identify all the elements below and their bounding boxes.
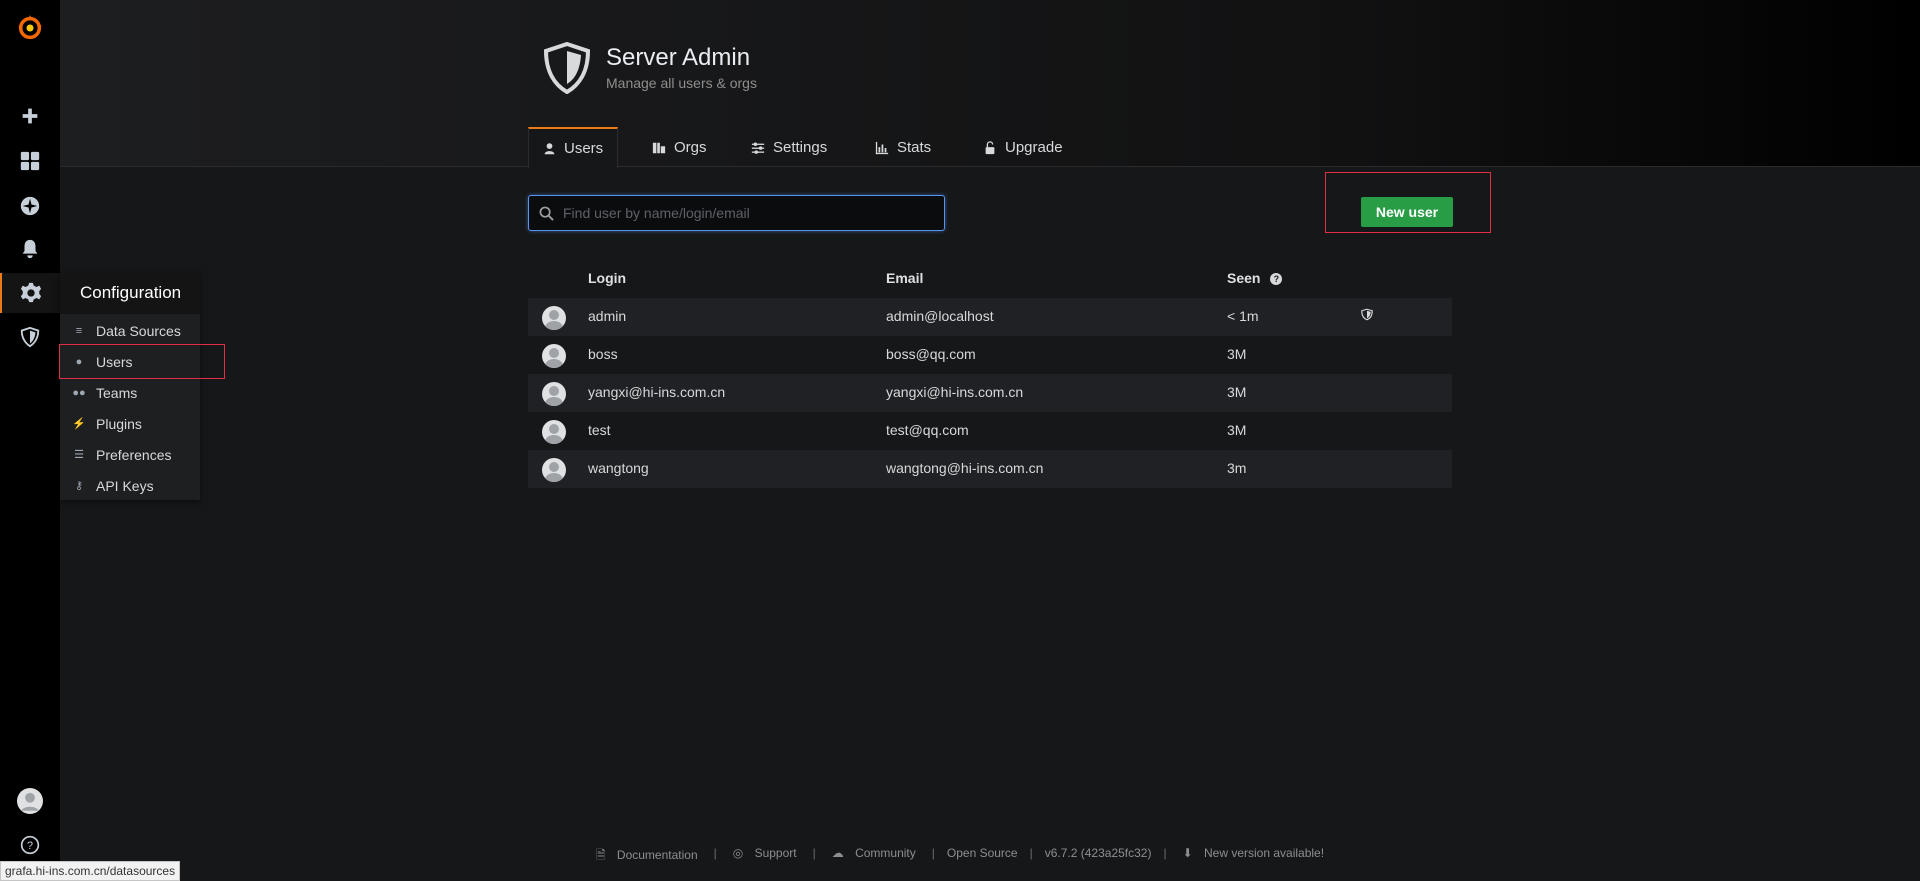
column-header-seen: Seen ? <box>1227 270 1283 286</box>
dashboards-icon[interactable] <box>0 141 60 181</box>
sliders-icon <box>751 141 765 155</box>
user-login[interactable]: yangxi@hi-ins.com.cn <box>588 384 725 400</box>
support-icon: ◎ <box>732 846 747 860</box>
user-avatar-icon[interactable] <box>0 781 60 821</box>
footer-support-link[interactable]: ◎ Support <box>729 846 801 867</box>
tab-stats[interactable]: Stats <box>875 127 931 168</box>
user-avatar <box>542 420 566 444</box>
sidebar: ? <box>0 0 60 881</box>
tab-upgrade[interactable]: Upgrade <box>983 127 1063 168</box>
user-avatar <box>542 458 566 482</box>
footer-new-version-link[interactable]: ⬇ New version available! <box>1179 846 1328 867</box>
tab-orgs[interactable]: Orgs <box>652 127 707 168</box>
unlock-icon <box>983 140 997 155</box>
menu-item-data-sources[interactable]: ≡ Data Sources <box>60 315 200 346</box>
users-icon: ●● <box>72 386 86 399</box>
table-row[interactable]: wangtong wangtong@hi-ins.com.cn 3m <box>528 450 1452 488</box>
table-row[interactable]: test test@qq.com 3M <box>528 412 1452 450</box>
search-icon <box>529 206 563 221</box>
user-seen: < 1m <box>1227 308 1259 324</box>
menu-item-preferences[interactable]: ☰ Preferences <box>60 439 200 470</box>
menu-item-api-keys[interactable]: ⚷ API Keys <box>60 470 200 501</box>
server-admin-shield-icon <box>1361 308 1373 324</box>
explore-icon[interactable] <box>0 186 60 226</box>
server-admin-shield-icon[interactable] <box>0 317 60 357</box>
bar-chart-icon <box>875 141 889 155</box>
footer-community-link[interactable]: ☁ Community <box>828 846 920 867</box>
comments-icon: ☁ <box>831 846 848 860</box>
sliders-icon: ☰ <box>74 449 84 461</box>
plug-icon: ⚡ <box>72 418 86 430</box>
document-icon: 🗎 <box>595 848 609 862</box>
user-login[interactable]: test <box>588 422 611 438</box>
database-icon: ≡ <box>75 324 83 337</box>
footer-version: v6.7.2 (423a25fc32) <box>1044 846 1152 860</box>
tab-settings[interactable]: Settings <box>751 127 827 168</box>
footer-separator: | <box>1029 846 1033 860</box>
configuration-menu-title: Configuration <box>60 272 200 314</box>
user-email[interactable]: yangxi@hi-ins.com.cn <box>886 384 1023 400</box>
download-icon: ⬇ <box>1182 846 1196 860</box>
tab-users[interactable]: Users <box>528 127 618 168</box>
page-title: Server Admin <box>606 44 751 71</box>
alerting-icon[interactable] <box>0 229 60 269</box>
footer-separator: | <box>931 846 935 860</box>
table-row[interactable]: admin admin@localhost < 1m <box>528 298 1452 336</box>
page-subtitle: Manage all users & orgs <box>606 75 757 91</box>
configuration-menu: Configuration ≡ Data Sources ● Users ●● Tea… <box>60 272 200 500</box>
user-email[interactable]: test@qq.com <box>886 422 969 438</box>
column-header-login: Login <box>588 270 627 286</box>
user-search <box>528 195 945 231</box>
footer-separator: | <box>1163 846 1167 860</box>
footer-separator: | <box>812 846 816 860</box>
help-circle-icon[interactable]: ? <box>1270 273 1283 285</box>
user-avatar <box>542 382 566 406</box>
footer: 🗎 Documentation | ◎ Support | ☁ Communit… <box>0 846 1920 867</box>
user-seen: 3M <box>1227 346 1247 362</box>
footer-open-source-link[interactable]: Open Source <box>947 846 1018 867</box>
table-row[interactable]: boss boss@qq.com 3M <box>528 336 1452 374</box>
footer-documentation-link[interactable]: 🗎 Documentation <box>592 846 702 867</box>
user-email[interactable]: boss@qq.com <box>886 346 976 362</box>
grafana-logo-icon[interactable] <box>0 6 60 50</box>
highlight-users-menu-item <box>59 344 225 379</box>
new-user-button[interactable]: New user <box>1361 197 1453 227</box>
table-row[interactable]: yangxi@hi-ins.com.cn yangxi@hi-ins.com.c… <box>528 374 1452 412</box>
user-login[interactable]: wangtong <box>588 460 649 476</box>
footer-separator: | <box>713 846 717 860</box>
configuration-gear-icon[interactable] <box>0 273 60 313</box>
menu-item-plugins[interactable]: ⚡ Plugins <box>60 408 200 439</box>
server-admin-shield-icon <box>543 41 591 95</box>
user-email[interactable]: wangtong@hi-ins.com.cn <box>886 460 1043 476</box>
user-login[interactable]: admin <box>588 308 626 324</box>
column-header-email: Email <box>886 270 924 286</box>
search-input[interactable] <box>563 205 923 221</box>
user-seen: 3M <box>1227 422 1247 438</box>
user-seen: 3m <box>1227 460 1247 476</box>
key-icon: ⚷ <box>74 480 84 492</box>
building-icon <box>652 141 666 155</box>
user-icon <box>543 142 556 155</box>
menu-item-teams[interactable]: ●● Teams <box>60 377 200 408</box>
user-avatar <box>542 344 566 368</box>
user-email[interactable]: admin@localhost <box>886 308 994 324</box>
plus-icon[interactable] <box>0 96 60 136</box>
user-login[interactable]: boss <box>588 346 618 362</box>
user-avatar <box>542 306 566 330</box>
status-bar-url: grafa.hi-ins.com.cn/datasources <box>0 861 181 881</box>
user-seen: 3M <box>1227 384 1247 400</box>
